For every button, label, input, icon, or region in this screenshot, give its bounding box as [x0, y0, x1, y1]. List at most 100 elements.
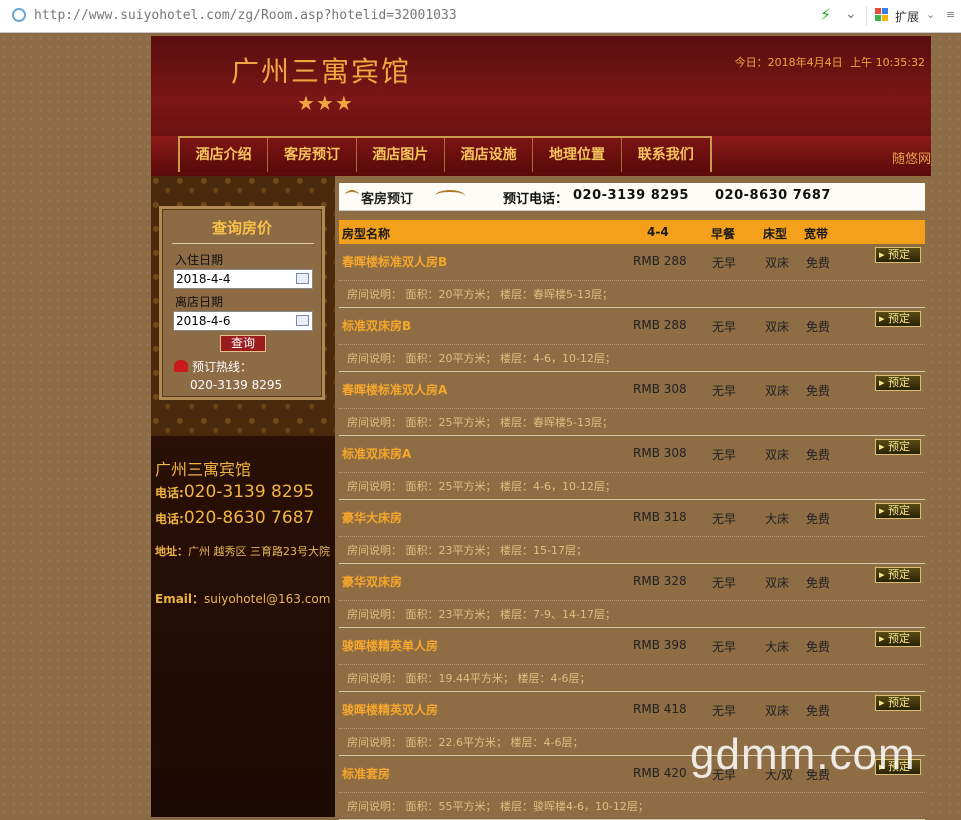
- book-button[interactable]: ▸ 预定: [875, 311, 921, 327]
- header-room-type: 房型名称: [342, 227, 391, 241]
- chevron-down-icon[interactable]: ⌄: [845, 6, 857, 22]
- room-price: RMB 418: [633, 702, 687, 716]
- book-button[interactable]: ▸ 预定: [875, 247, 921, 263]
- book-button-label: 预定: [888, 696, 911, 709]
- room-booking-section: 客房预订 预订电话： 020-3139 8295 020-8630 7687 房…: [335, 176, 931, 820]
- contact-address: 地址：广州 越秀区 三育路23号大院: [155, 544, 333, 559]
- room-name-link[interactable]: 标准双床房A: [342, 445, 411, 462]
- book-button-label: 预定: [888, 568, 911, 581]
- room-description: 房间说明： 面积：25平方米； 楼层：春晖楼5-13层；: [347, 416, 613, 429]
- room-description: 房间说明： 面积：20平方米； 楼层：4-6，10-12层；: [347, 352, 616, 365]
- brand-link[interactable]: 随悠网: [892, 148, 931, 167]
- room-name-link[interactable]: 骏晖楼精英双人房: [342, 701, 438, 718]
- room-breakfast: 无早: [712, 640, 737, 654]
- book-button-label: 预定: [888, 248, 911, 261]
- room-breakfast: 无早: [712, 448, 737, 462]
- room-breakfast: 无早: [712, 512, 737, 526]
- room-bed-type: 双床: [765, 320, 790, 334]
- ornament-left: [345, 190, 359, 202]
- nav-hotel-facilities[interactable]: 酒店设施: [445, 138, 534, 172]
- tel-label: 电话:: [155, 486, 184, 500]
- room-price: RMB 420: [633, 766, 687, 780]
- room-description: 房间说明： 面积：22.6平方米； 楼层：4-6层；: [347, 736, 584, 749]
- nav-contact-us[interactable]: 联系我们: [622, 138, 710, 172]
- url-field[interactable]: http://www.suiyohotel.com/zg/Room.asp?ho…: [34, 8, 457, 23]
- room-name-link[interactable]: 豪华双床房: [342, 573, 402, 590]
- lightning-icon[interactable]: ⚡: [820, 5, 831, 24]
- room-name-link[interactable]: 春晖楼标准双人房B: [342, 253, 447, 270]
- checkout-date-value: 2018-4-6: [176, 314, 231, 328]
- room-name-link[interactable]: 标准套房: [342, 765, 390, 782]
- divider: [339, 728, 925, 729]
- room-description: 房间说明： 面积：25平方米； 楼层：4-6，10-12层；: [347, 480, 616, 493]
- room-name-link[interactable]: 春晖楼标准双人房A: [342, 381, 447, 398]
- book-button[interactable]: ▸ 预定: [875, 567, 921, 583]
- room-price: RMB 318: [633, 510, 687, 524]
- book-button[interactable]: ▸ 预定: [875, 375, 921, 391]
- room-price: RMB 288: [633, 254, 687, 268]
- email-value[interactable]: suiyohotel@163.com: [204, 592, 330, 606]
- room-row: 标准双床房A RMB 308 无早 双床 免费 ▸ 预定 房间说明： 面积：25平方米； 楼…: [339, 436, 925, 500]
- book-button[interactable]: ▸ 预定: [875, 503, 921, 519]
- address-label: 地址：: [155, 545, 188, 558]
- room-description: 房间说明： 面积：55平方米； 楼层：骏晖楼4-6，10-12层；: [347, 800, 649, 813]
- checkin-date-value: 2018-4-4: [176, 272, 231, 286]
- extensions-dropdown-icon[interactable]: ⌄: [926, 8, 935, 21]
- checkin-date-input[interactable]: 2018-4-4: [173, 269, 313, 289]
- room-bed-type: 双床: [765, 448, 790, 462]
- extensions-icon[interactable]: [875, 8, 889, 22]
- star-rating: ★★★: [297, 91, 354, 115]
- room-bed-type: 双床: [765, 256, 790, 270]
- room-breakfast: 无早: [712, 704, 737, 718]
- room-bed-type: 大床: [765, 512, 790, 526]
- room-row: 豪华大床房 RMB 318 无早 大床 免费 ▸ 预定 房间说明： 面积：23平方米； 楼层…: [339, 500, 925, 564]
- nav-room-booking[interactable]: 客房预订: [268, 138, 357, 172]
- divider: [339, 600, 925, 601]
- room-name-link[interactable]: 标准双床房B: [342, 317, 411, 334]
- nav-hotel-intro[interactable]: 酒店介绍: [180, 138, 269, 172]
- book-button-label: 预定: [888, 376, 911, 389]
- room-breakfast: 无早: [712, 320, 737, 334]
- room-price: RMB 288: [633, 318, 687, 332]
- date-time: 今日：2018年4月4日 上午 10:35:32: [731, 54, 925, 70]
- hotel-page: 广州三寓宾馆 ★★★ 今日：2018年4月4日 上午 10:35:32 酒店介绍…: [151, 36, 931, 820]
- booking-phone-label: 预订电话：: [503, 192, 569, 207]
- hotel-logo-title[interactable]: 广州三寓宾馆: [231, 50, 411, 90]
- tel-number-2: 020-8630 7687: [183, 508, 315, 528]
- room-row: 骏晖楼精英单人房 RMB 398 无早 大床 免费 ▸ 预定 房间说明： 面积：19.44平…: [339, 628, 925, 692]
- room-bed-type: 双床: [765, 384, 790, 398]
- calendar-icon[interactable]: [296, 315, 309, 326]
- room-name-link[interactable]: 骏晖楼精英单人房: [342, 637, 438, 654]
- booking-banner: 客房预订 预订电话： 020-3139 8295 020-8630 7687: [339, 183, 925, 211]
- room-row: 春晖楼标准双人房A RMB 308 无早 双床 免费 ▸ 预定 房间说明： 面积：25平方米…: [339, 372, 925, 436]
- checkout-label: 离店日期: [175, 295, 224, 309]
- room-name-link[interactable]: 豪华大床房: [342, 509, 402, 526]
- book-button[interactable]: ▸ 预定: [875, 695, 921, 711]
- nav-location[interactable]: 地理位置: [533, 138, 622, 172]
- calendar-icon[interactable]: [296, 273, 309, 284]
- nav-hotel-photos[interactable]: 酒店图片: [357, 138, 445, 172]
- room-description: 房间说明： 面积：19.44平方米； 楼层：4-6层；: [347, 672, 591, 685]
- site-header: 广州三寓宾馆 ★★★ 今日：2018年4月4日 上午 10:35:32 酒店介绍…: [151, 36, 931, 176]
- book-button[interactable]: ▸ 预定: [875, 631, 921, 647]
- checkin-label: 入住日期: [175, 253, 224, 267]
- page-loading-icon: [12, 8, 26, 22]
- book-button-label: 预定: [888, 440, 911, 453]
- menu-icon[interactable]: ≡: [946, 8, 955, 21]
- ornament-right: [435, 190, 465, 202]
- header-date: 4-4: [647, 225, 669, 239]
- extensions-button[interactable]: 扩展: [895, 8, 919, 25]
- room-price: RMB 308: [633, 446, 687, 460]
- hotline-number: 020-3139 8295: [190, 378, 283, 392]
- checkout-date-input[interactable]: 2018-4-6: [173, 311, 313, 331]
- book-button[interactable]: ▸ 预定: [875, 439, 921, 455]
- room-broadband: 免费: [806, 704, 831, 718]
- room-breakfast: 无早: [712, 384, 737, 398]
- email-label: Email：: [155, 592, 205, 606]
- room-broadband: 免费: [806, 512, 831, 526]
- room-bed-type: 双床: [765, 704, 790, 718]
- room-description: 房间说明： 面积：23平方米； 楼层：7-9、14-17层；: [347, 608, 616, 621]
- query-button[interactable]: 查询: [220, 335, 266, 352]
- time-label: 上午 10:35:32: [850, 56, 925, 69]
- date-label: 今日：2018年4月4日: [734, 56, 843, 69]
